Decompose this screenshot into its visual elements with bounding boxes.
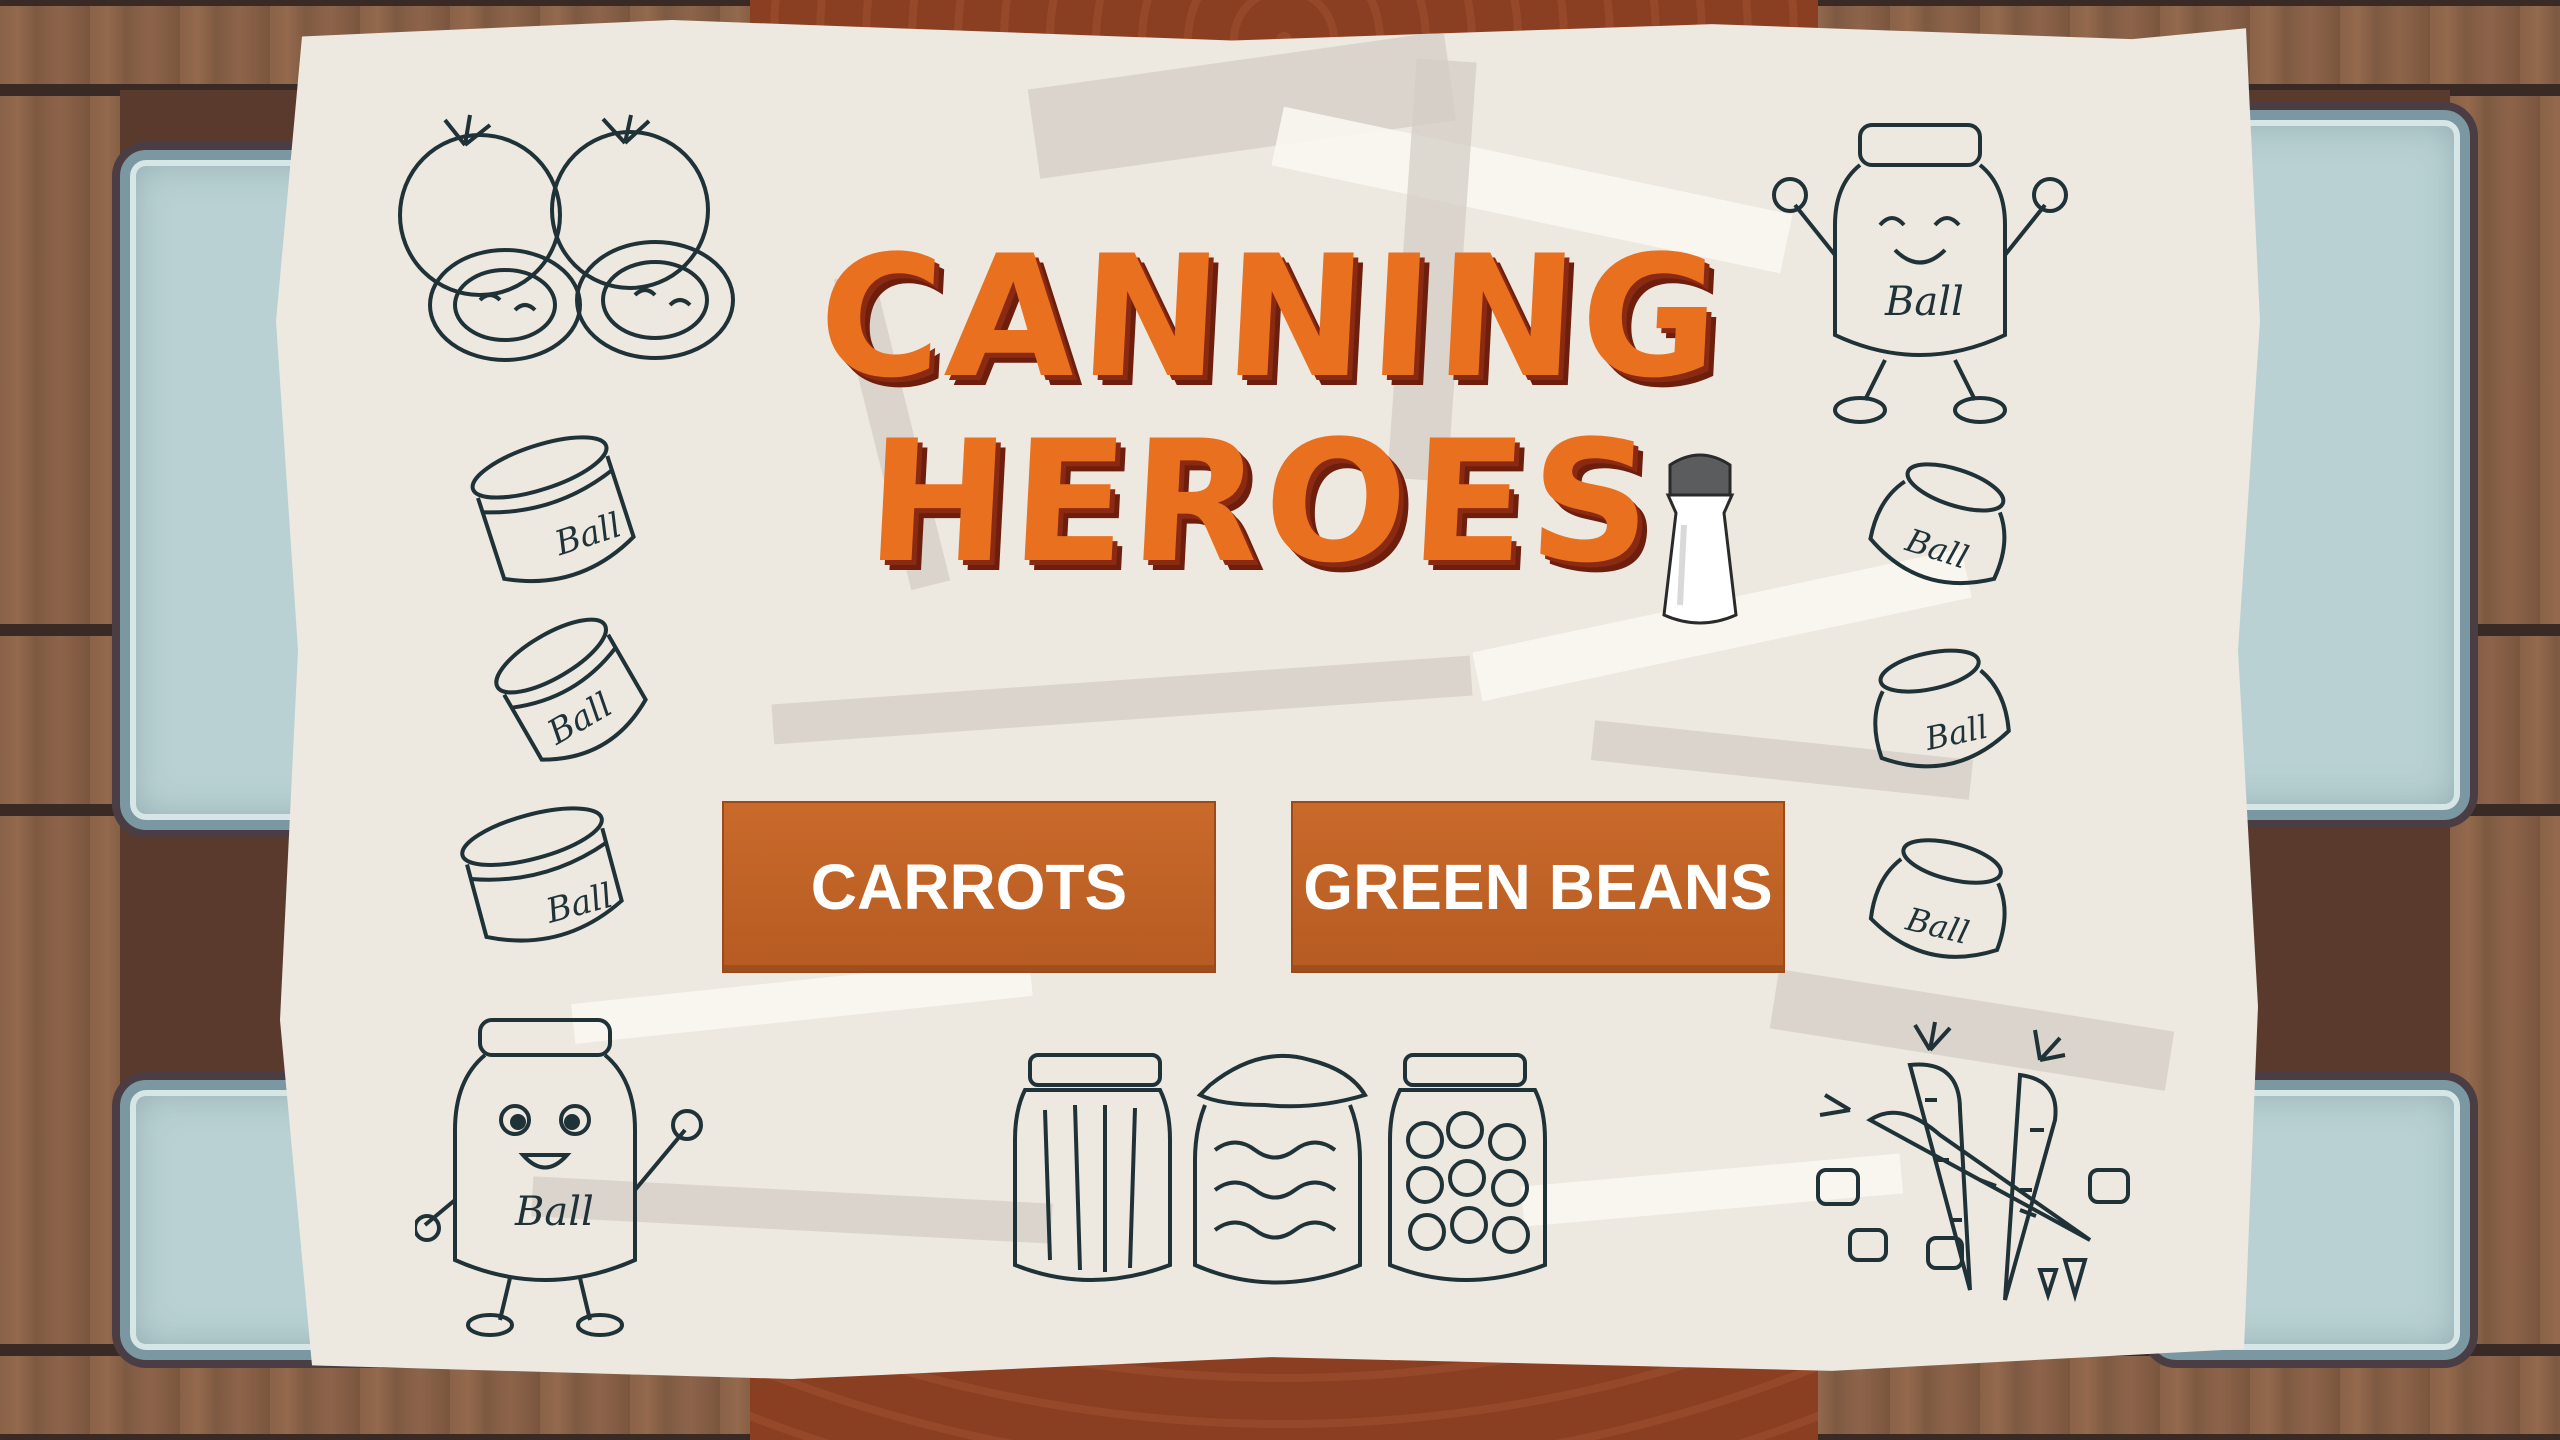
mason-jar-icon: Ball (1850, 825, 2030, 995)
carrots-button[interactable]: CARROTS (722, 801, 1216, 973)
carrots-icon (1810, 1020, 2150, 1320)
jar-label: Ball (1900, 521, 1973, 577)
happy-jar-character-icon: Ball (1765, 115, 2075, 435)
title-line-2: HEROES (862, 404, 1661, 600)
title-line-1: CANNING (814, 219, 1728, 415)
waving-jar-character-icon: Ball (415, 1010, 715, 1340)
tomatoes-icon (385, 105, 745, 375)
jar-label: Ball (1884, 279, 1964, 325)
jar-label: Ball (541, 876, 617, 932)
mason-jar-icon: Ball (455, 420, 655, 610)
mason-jar-icon: Ball (1850, 450, 2030, 620)
jar-label: Ball (514, 1189, 594, 1235)
green-beans-button[interactable]: GREEN BEANS (1291, 801, 1785, 973)
wood-post (0, 810, 120, 1350)
mason-jar-icon: Ball (465, 610, 665, 790)
wood-post (0, 90, 120, 630)
mason-jar-icon: Ball (1850, 635, 2030, 805)
mason-jar-icon: Ball (445, 795, 645, 975)
salt-shaker-icon (1640, 435, 1760, 640)
pickle-jars-icon (1005, 1050, 1565, 1300)
jar-label: Ball (1901, 900, 1972, 952)
game-title: CANNING HEROES (759, 219, 1770, 635)
